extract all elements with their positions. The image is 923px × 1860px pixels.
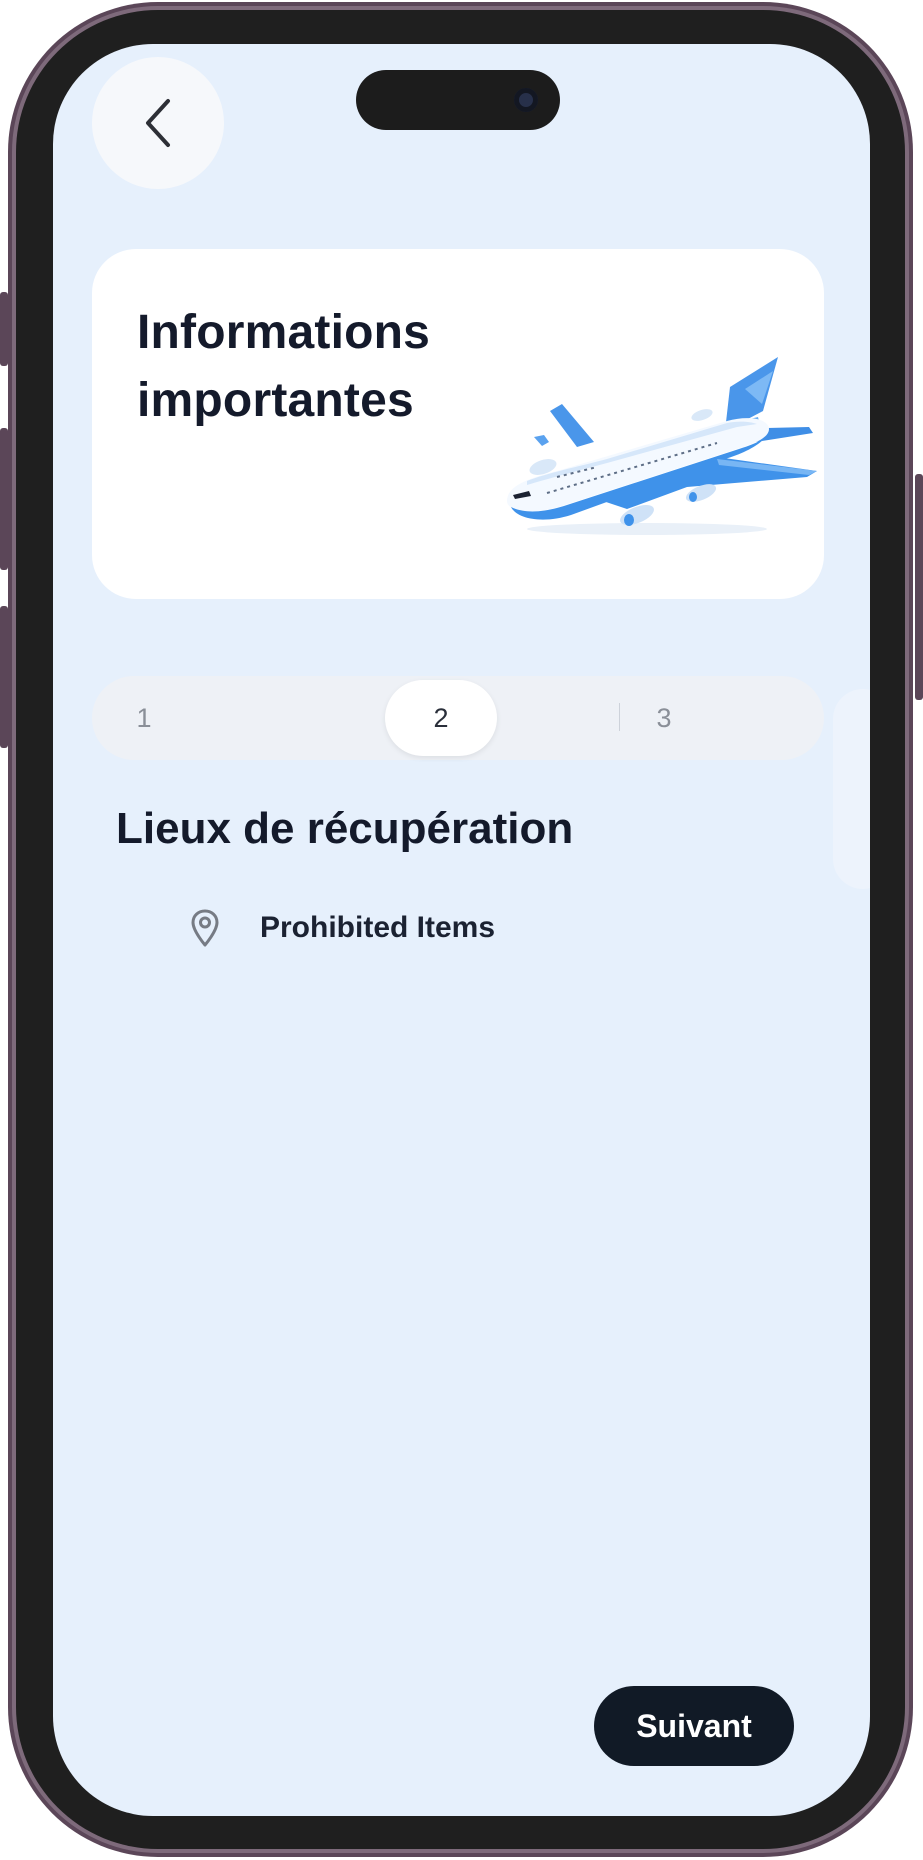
action-button [0, 292, 8, 366]
location-label: Prohibited Items [260, 911, 496, 944]
step-2-selected[interactable]: 2 [385, 680, 497, 756]
app-screen: Informations importantes 1 2 3 Lieux de … [53, 44, 870, 1816]
header-card: Informations importantes [92, 249, 824, 599]
airplane-illustration [507, 357, 817, 535]
location-item[interactable]: Prohibited Items [188, 904, 495, 952]
power-button [915, 474, 923, 700]
step-divider [619, 703, 620, 731]
step-3[interactable]: 3 [642, 676, 686, 760]
step-1[interactable]: 1 [122, 676, 166, 760]
chevron-left-icon [146, 99, 170, 147]
dynamic-island [356, 70, 560, 130]
step-selector: 1 2 3 [92, 676, 824, 760]
volume-up-button [0, 428, 8, 570]
location-pin-icon [188, 908, 222, 948]
back-button[interactable] [92, 57, 224, 189]
section-title: Lieux de récupération [116, 804, 574, 853]
next-card-peek [833, 689, 870, 889]
camera-icon [514, 88, 538, 112]
volume-down-button [0, 606, 8, 748]
next-button[interactable]: Suivant [594, 1686, 794, 1766]
page-title: Informations importantes [137, 306, 431, 427]
